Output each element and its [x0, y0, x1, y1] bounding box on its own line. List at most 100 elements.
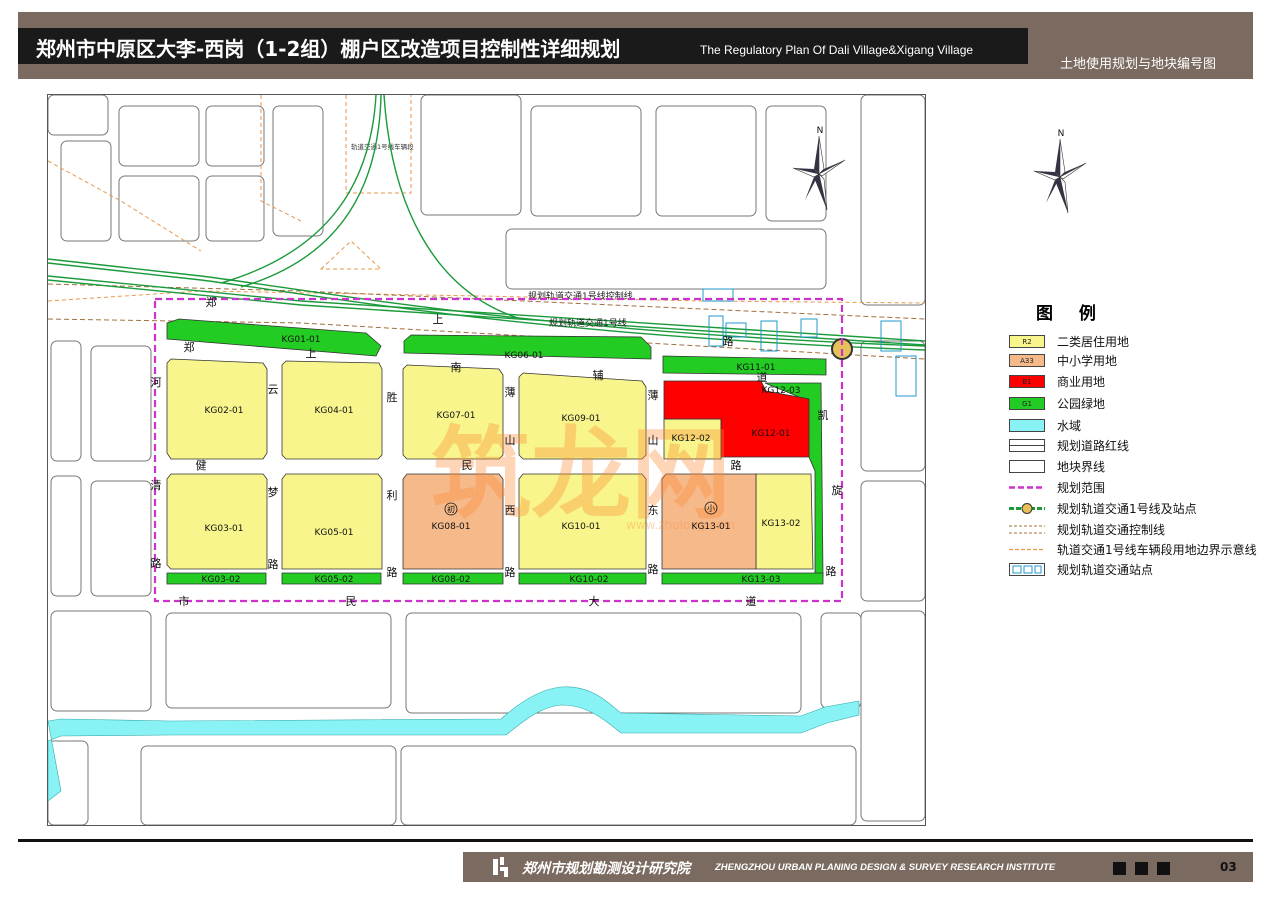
water-swatch [1009, 419, 1045, 432]
svg-text:道: 道 [746, 594, 757, 608]
parcel-KG13-01: KG13-01 [691, 522, 730, 532]
institute-name-en: ZHENGZHOU URBAN PLANING DESIGN & SURVEY … [715, 862, 1056, 873]
land-use-map[interactable]: 轨道交通1号线车辆段 规划轨道交通1号线控制线 规划轨道交通1号线 筑龙网 ww… [47, 94, 926, 826]
depot-boundary-swatch [1009, 548, 1045, 551]
parcel-KG13-02: KG13-02 [761, 519, 800, 529]
svg-text:凯: 凯 [818, 409, 829, 422]
institute-logo-icon [493, 857, 508, 877]
svg-text:云: 云 [268, 383, 279, 396]
legend-item-rail-line: 规划轨道交通1号线及站点 [1009, 500, 1249, 516]
map-canvas: 轨道交通1号线车辆段 规划轨道交通1号线控制线 规划轨道交通1号线 筑龙网 ww… [48, 95, 925, 825]
legend-item-station: 规划轨道交通站点 [1009, 561, 1249, 577]
parcel-KG08-02: KG08-02 [431, 575, 470, 585]
svg-text:路: 路 [151, 557, 162, 570]
svg-text:路: 路 [387, 566, 398, 579]
boundary-swatch [1009, 486, 1045, 489]
legend-item-school: A33 中小学用地 [1009, 352, 1249, 368]
plan-title-english: The Regulatory Plan Of Dali Village&Xiga… [700, 43, 974, 57]
sheet-title: 土地使用规划与地块编号图 [1060, 57, 1217, 72]
parcel-KG10-02: KG10-02 [569, 575, 608, 585]
svg-text:山: 山 [505, 434, 516, 447]
svg-text:路: 路 [723, 335, 734, 348]
school-swatch: A33 [1009, 354, 1045, 367]
svg-text:南: 南 [451, 361, 462, 374]
svg-text:初: 初 [447, 504, 455, 514]
svg-text:路: 路 [731, 459, 742, 472]
parcel-line-swatch [1009, 460, 1045, 473]
legend-item-park: G1 公园绿地 [1009, 395, 1249, 411]
svg-text:上: 上 [306, 347, 317, 360]
parcel-KG13-03: KG13-03 [741, 575, 780, 585]
svg-text:大: 大 [589, 594, 600, 608]
svg-text:薄: 薄 [648, 388, 659, 402]
svg-text:N: N [1058, 129, 1065, 139]
svg-text:路: 路 [826, 565, 837, 578]
parcel-KG09-01: KG09-01 [561, 414, 600, 424]
legend-item-residential: R2 二类居住用地 [1009, 333, 1249, 349]
footer-square [1113, 862, 1126, 875]
plan-title: 郑州市中原区大李-西岗（1-2组）棚户区改造项目控制性详细规划 [36, 37, 621, 61]
svg-text:河: 河 [151, 376, 162, 389]
parcel-KG05-02: KG05-02 [314, 575, 353, 585]
svg-text:上: 上 [433, 313, 444, 326]
svg-text:山: 山 [648, 434, 659, 447]
parcel-KG10-01: KG10-01 [561, 522, 600, 532]
footer-square [1135, 862, 1148, 875]
parcel-KG05-01: KG05-01 [314, 528, 353, 538]
footer-rule [18, 839, 1253, 842]
svg-text:民: 民 [346, 595, 357, 608]
legend-item-rail-control: 规划轨道交通控制线 [1009, 521, 1249, 537]
legend-item-water: 水域 [1009, 417, 1249, 433]
svg-text:N: N [817, 126, 824, 136]
svg-text:利: 利 [387, 489, 398, 502]
svg-text:清: 清 [151, 479, 162, 492]
parcel-KG12-03: KG12-03 [761, 386, 800, 396]
road-redline-swatch [1009, 439, 1045, 452]
svg-text:辅: 辅 [593, 368, 604, 382]
svg-text:路: 路 [648, 563, 659, 576]
legend-item-depot-boundary: 轨道交通1号线车辆段用地边界示意线 [1009, 541, 1257, 557]
parcel-KG12-01: KG12-01 [751, 429, 790, 439]
svg-text:路: 路 [505, 566, 516, 579]
legend-title: 图 例 [1036, 304, 1106, 324]
page-number: 03 [1220, 860, 1237, 874]
svg-text:旋: 旋 [832, 483, 843, 497]
legend-item-boundary: 规划范围 [1009, 479, 1249, 495]
svg-text:路: 路 [268, 558, 279, 571]
parcel-KG02-01: KG02-01 [204, 406, 243, 416]
north-arrow-outer-icon: N [1033, 129, 1087, 214]
park-swatch: G1 [1009, 397, 1045, 410]
footer-square [1157, 862, 1170, 875]
parcel-KG03-02: KG03-02 [201, 575, 240, 585]
parcel-KG01-01: KG01-01 [281, 335, 320, 345]
parcel-KG08-01: KG08-01 [431, 522, 470, 532]
parcel-KG12-02: KG12-02 [671, 434, 710, 444]
svg-text:市: 市 [179, 594, 190, 608]
residential-swatch: R2 [1009, 335, 1045, 348]
svg-text:梦: 梦 [268, 486, 279, 499]
station-swatch [1009, 563, 1045, 576]
legend-item-road-redline: 规划道路红线 [1009, 437, 1249, 453]
rail-control-label: 规划轨道交通1号线控制线 [528, 290, 633, 302]
svg-text:东: 东 [648, 504, 659, 517]
parcel-KG04-01: KG04-01 [314, 406, 353, 416]
parcel-KG06-01: KG06-01 [504, 351, 543, 361]
svg-text:郑: 郑 [206, 295, 217, 309]
svg-text:郑: 郑 [184, 340, 195, 354]
depot-label: 轨道交通1号线车辆段 [351, 142, 414, 151]
institute-name-cn: 郑州市规划勘测设计研究院 [522, 861, 690, 877]
commercial-swatch: B1 [1009, 375, 1045, 388]
legend-item-parcel-line: 地块界线 [1009, 458, 1249, 474]
parcel-KG07-01: KG07-01 [436, 411, 475, 421]
svg-text:道: 道 [757, 370, 768, 384]
svg-text:西: 西 [505, 504, 516, 517]
parcel-KG03-01: KG03-01 [204, 524, 243, 534]
svg-text:胜: 胜 [387, 390, 398, 404]
svg-text:民: 民 [462, 459, 473, 472]
rail-control-swatch [1009, 525, 1045, 534]
rail-line-label: 规划轨道交通1号线 [549, 317, 627, 329]
legend-item-commercial: B1 商业用地 [1009, 373, 1249, 389]
svg-text:小: 小 [707, 504, 715, 513]
rail-line-swatch [1009, 503, 1045, 514]
svg-text:薄: 薄 [505, 385, 516, 399]
